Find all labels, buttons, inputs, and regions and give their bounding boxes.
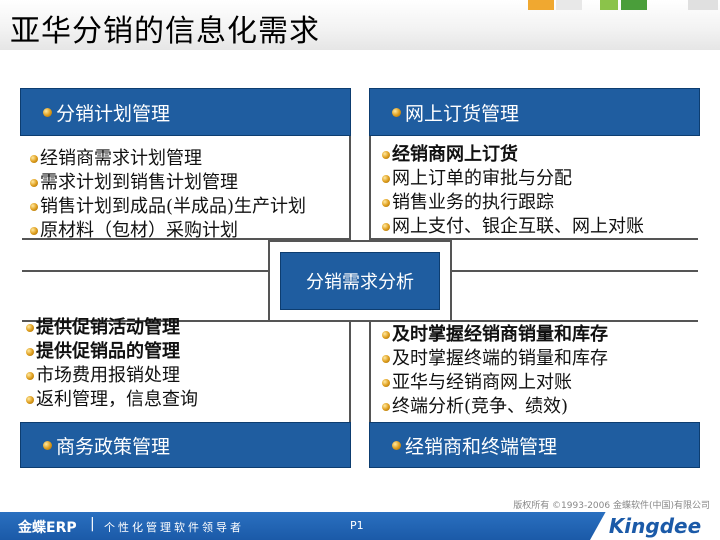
header-online-ordering: 网上订货管理 <box>369 88 700 136</box>
list-item-text: 经销商需求计划管理 <box>40 148 202 169</box>
gold-ball-bullet-icon <box>382 331 390 339</box>
decor-block <box>600 0 618 10</box>
connector-line <box>22 270 268 272</box>
list-item: 经销商网上订货 <box>382 143 644 167</box>
header-dealer-terminal: 经销商和终端管理 <box>369 422 700 468</box>
gold-ball-bullet-icon <box>382 223 390 231</box>
list-item: 销售计划到成品(半成品)生产计划 <box>30 195 306 219</box>
list-item: 提供促销活动管理 <box>26 316 198 340</box>
footer-slogan: 个性化管理软件领导者 <box>104 521 244 534</box>
gold-ball-bullet-icon <box>382 175 390 183</box>
footer-separator: | <box>90 516 95 532</box>
list-item-text: 提供促销品的管理 <box>36 341 180 362</box>
list-item: 网上支付、银企互联、网上对账 <box>382 215 644 239</box>
list-item: 返利管理，信息查询 <box>26 388 198 412</box>
connector-line <box>349 136 351 240</box>
header-business-policy: 商务政策管理 <box>20 422 351 468</box>
list-item: 经销商需求计划管理 <box>30 147 306 171</box>
header-label: 商务政策管理 <box>56 435 171 458</box>
list-item: 原材料（包材）采购计划 <box>30 219 306 243</box>
kingdee-logo: Kingdee <box>590 512 720 540</box>
footer-bar: 金蝶ERP | 个性化管理软件领导者 P1 Kingdee <box>0 512 720 540</box>
gold-ball-bullet-icon <box>382 151 390 159</box>
connector-line <box>369 322 371 422</box>
gold-ball-bullet-icon <box>392 107 401 117</box>
gold-ball-bullet-icon <box>382 355 390 363</box>
title-bar: 亚华分销的信息化需求 <box>0 0 720 50</box>
gold-ball-bullet-icon <box>30 227 38 235</box>
list-item: 网上订单的审批与分配 <box>382 167 644 191</box>
connector-line <box>452 270 698 272</box>
connector-line <box>349 322 351 422</box>
gold-ball-bullet-icon <box>26 372 34 380</box>
gold-ball-bullet-icon <box>43 107 52 117</box>
center-label: 分销需求分析 <box>280 252 440 310</box>
list-item-text: 原材料（包材）采购计划 <box>40 220 238 241</box>
list-item: 提供促销品的管理 <box>26 340 198 364</box>
list-item: 及时掌握经销商销量和库存 <box>382 323 608 347</box>
list-item-text: 网上支付、银企互联、网上对账 <box>392 216 644 237</box>
header-label: 经销商和终端管理 <box>405 435 558 458</box>
decor-block <box>556 0 582 10</box>
header-label: 分销计划管理 <box>56 102 171 125</box>
gold-ball-bullet-icon <box>382 403 390 411</box>
list-item-text: 网上订单的审批与分配 <box>392 168 572 189</box>
list-item-text: 及时掌握经销商销量和库存 <box>392 324 608 345</box>
list-business-policy: 提供促销活动管理 提供促销品的管理 市场费用报销处理 返利管理，信息查询 <box>26 316 198 412</box>
gold-ball-bullet-icon <box>382 379 390 387</box>
copyright-text: 版权所有 ©1993-2006 金蝶软件(中国)有限公司 <box>513 501 710 511</box>
gold-ball-bullet-icon <box>43 440 52 450</box>
list-item: 终端分析(竞争、绩效) <box>382 395 608 419</box>
decor-block <box>621 0 647 10</box>
decor-block <box>688 0 718 10</box>
list-item-text: 市场费用报销处理 <box>36 365 180 386</box>
list-item-text: 提供促销活动管理 <box>36 317 180 338</box>
connector-line <box>369 136 371 240</box>
gold-ball-bullet-icon <box>392 440 401 450</box>
page-title: 亚华分销的信息化需求 <box>10 14 320 49</box>
list-item: 需求计划到销售计划管理 <box>30 171 306 195</box>
list-item-text: 终端分析(竞争、绩效) <box>392 396 569 417</box>
gold-ball-bullet-icon <box>26 348 34 356</box>
list-item-text: 销售计划到成品(半成品)生产计划 <box>40 196 307 217</box>
footer-brand: 金蝶ERP <box>18 520 77 536</box>
list-online-ordering: 经销商网上订货 网上订单的审批与分配 销售业务的执行跟踪 网上支付、银企互联、网… <box>382 143 644 239</box>
gold-ball-bullet-icon <box>30 179 38 187</box>
page-number: P1 <box>350 519 364 532</box>
list-item-text: 经销商网上订货 <box>392 144 518 165</box>
gold-ball-bullet-icon <box>26 324 34 332</box>
list-item-text: 及时掌握终端的销量和库存 <box>392 348 608 369</box>
gold-ball-bullet-icon <box>26 396 34 404</box>
decor-block <box>528 0 554 10</box>
list-item: 亚华与经销商网上对账 <box>382 371 608 395</box>
gold-ball-bullet-icon <box>30 155 38 163</box>
list-item-text: 返利管理，信息查询 <box>36 389 198 410</box>
list-item: 市场费用报销处理 <box>26 364 198 388</box>
gold-ball-bullet-icon <box>30 203 38 211</box>
list-dealer-terminal: 及时掌握经销商销量和库存 及时掌握终端的销量和库存 亚华与经销商网上对账 终端分… <box>382 323 608 419</box>
header-distribution-plan: 分销计划管理 <box>20 88 351 136</box>
list-item-text: 亚华与经销商网上对账 <box>392 372 572 393</box>
list-item-text: 销售业务的执行跟踪 <box>392 192 554 213</box>
list-item: 及时掌握终端的销量和库存 <box>382 347 608 371</box>
list-item: 销售业务的执行跟踪 <box>382 191 644 215</box>
list-distribution-plan: 经销商需求计划管理 需求计划到销售计划管理 销售计划到成品(半成品)生产计划 原… <box>30 147 306 243</box>
list-item-text: 需求计划到销售计划管理 <box>40 172 238 193</box>
gold-ball-bullet-icon <box>382 199 390 207</box>
header-label: 网上订货管理 <box>405 102 520 125</box>
